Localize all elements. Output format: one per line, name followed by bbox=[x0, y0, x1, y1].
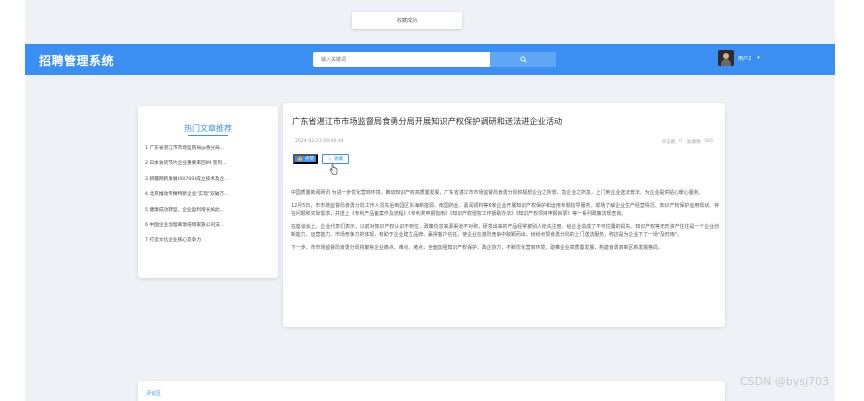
article-body: 中国质量新闻网讯 为进一步优化营商环境，推动知识产权高质量发展，广东省湛江市市场… bbox=[291, 189, 719, 257]
hot-articles-title: 热门文章推荐 bbox=[184, 124, 232, 133]
article-title: 广东省湛江市市场监督局食勇分局开展知识产权保护调研和送法进企业活动 bbox=[292, 116, 563, 126]
star-icon: ☆ bbox=[327, 156, 332, 161]
like-button[interactable]: 👍 点赞 bbox=[293, 154, 318, 164]
page-frame: 收藏成功 招聘管理系统 用户2 ▾ 热门文章推荐 1 广东省湛江市市场监管局@香… bbox=[25, 0, 835, 401]
favorites-count: 565 bbox=[704, 139, 713, 144]
hot-article-item[interactable]: 5 健康成功转型，企业盈利增长如此... bbox=[145, 207, 273, 222]
search-icon bbox=[519, 56, 527, 63]
search-button[interactable] bbox=[490, 52, 556, 67]
hand-pointer-icon bbox=[329, 164, 338, 175]
hot-article-item[interactable]: 2 日本食货节片企业重要率回IM 克列... bbox=[145, 160, 273, 175]
clicks-count: 0 bbox=[678, 139, 682, 144]
comments-title: 评论区 bbox=[146, 391, 162, 397]
comments-card: 评论区 bbox=[138, 381, 725, 401]
app-title: 招聘管理系统 bbox=[39, 54, 115, 68]
article-paragraph: 中国质量新闻网讯 为进一步优化营商环境，推动知识产权高质量发展，广东省湛江市市场… bbox=[291, 190, 704, 196]
like-label: 点赞 bbox=[304, 156, 314, 161]
article-paragraph: 在座谈会上，企业代表们表示，以前对知识产权认识不到位，政策信息来源渠道不对称，研… bbox=[291, 223, 719, 239]
hot-articles-panel: 热门文章推荐 1 广东省湛江市市场监管局@香分局... 2 日本食货节片企业重要… bbox=[138, 106, 278, 278]
avatar[interactable] bbox=[718, 50, 734, 66]
user-menu[interactable]: 用户2 ▾ bbox=[718, 50, 760, 66]
hot-article-item[interactable]: 4 北京推动专精特新企业"实现"双破万... bbox=[145, 191, 273, 206]
favorites-label: 收藏数: bbox=[686, 140, 703, 145]
hot-article-item[interactable]: 1 广东省湛江市市场监管局@香分局... bbox=[145, 145, 273, 160]
chevron-down-icon[interactable]: ▾ bbox=[757, 55, 760, 61]
search-input[interactable] bbox=[313, 52, 490, 67]
favorite-button[interactable]: ☆ 收藏 bbox=[322, 154, 349, 164]
search-bar bbox=[313, 52, 556, 67]
hot-articles-list: 1 广东省湛江市市场监管局@香分局... 2 日本食货节片企业重要率回IM 克列… bbox=[145, 145, 273, 253]
article-stats: 点击数: 0 收藏数: 565 bbox=[662, 139, 713, 145]
article-actions: 👍 点赞 ☆ 收藏 bbox=[293, 154, 349, 164]
title-underline bbox=[188, 135, 228, 136]
user-name[interactable]: 用户2 bbox=[738, 55, 751, 62]
hot-article-item[interactable]: 3 新疆网新发展(00700)成立技术及企... bbox=[145, 176, 273, 191]
favorite-label: 收藏 bbox=[333, 156, 344, 161]
toast-message: 收藏成功 bbox=[396, 18, 417, 24]
article-paragraph: 下一步，市市场监督局食勇分局将聚焦企业痛点、难点、堵点，全面加强知识产权保护，政… bbox=[291, 244, 663, 251]
clicks-label: 点击数: bbox=[661, 140, 677, 145]
hot-article-item[interactable]: 6 中国企业治理离境倍增家族公司法... bbox=[145, 222, 273, 237]
article-date: 2024-02-23 09:06:44 bbox=[295, 139, 344, 144]
article-paragraph: 12月5日，市市场监督局食勇分局工作人员先后到园区东海新能源、南国药业、嘉润调料… bbox=[291, 202, 719, 218]
csdn-watermark: CSDN @bysj703 bbox=[740, 375, 830, 388]
article-card: 广东省湛江市市场监督局食勇分局开展知识产权保护调研和送法进企业活动 2024-0… bbox=[283, 103, 725, 327]
thumb-up-icon: 👍 bbox=[297, 156, 303, 161]
hot-article-item[interactable]: 7 打造文化企业核心竞争力 bbox=[145, 237, 273, 252]
top-navbar: 招聘管理系统 用户2 ▾ bbox=[25, 44, 835, 75]
success-toast: 收藏成功 bbox=[352, 12, 462, 29]
